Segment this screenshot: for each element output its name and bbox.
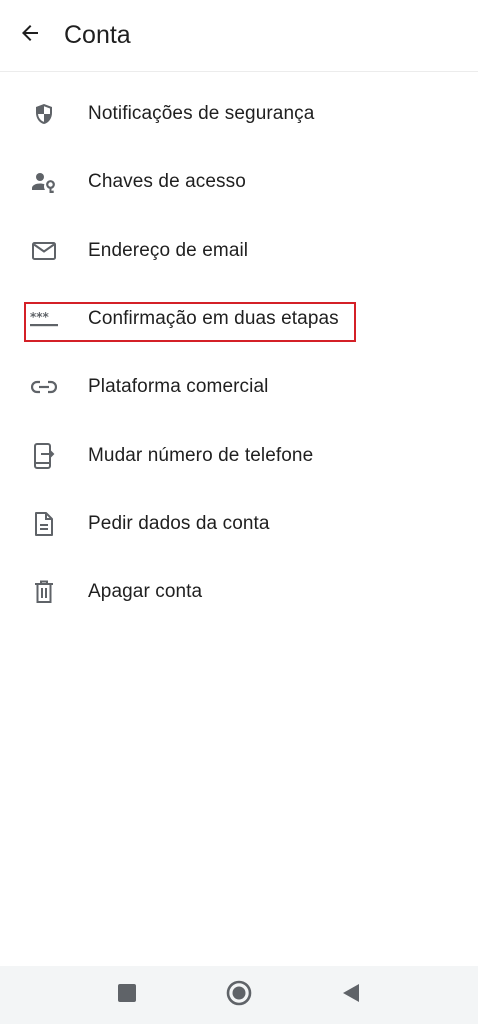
- menu-item-label: Endereço de email: [88, 239, 249, 261]
- home-circle-icon: [226, 980, 252, 1011]
- menu-item-passkeys[interactable]: Chaves de acesso: [0, 148, 478, 216]
- recents-button[interactable]: [101, 969, 153, 1021]
- password-dots-icon: ***: [0, 308, 88, 330]
- back-button[interactable]: [0, 0, 60, 72]
- back-triangle-icon: [342, 983, 360, 1008]
- menu-item-business-platform[interactable]: Plataforma comercial: [0, 353, 478, 421]
- page-title: Conta: [64, 21, 131, 49]
- menu-item-security-notifications[interactable]: Notificações de segurança: [0, 80, 478, 148]
- person-key-icon: [0, 170, 88, 194]
- link-icon: [0, 379, 88, 395]
- menu-item-change-phone-number[interactable]: Mudar número de telefone: [0, 421, 478, 489]
- phone-transfer-icon: [0, 442, 88, 470]
- menu-item-request-account-info[interactable]: Pedir dados da conta: [0, 490, 478, 558]
- trash-icon: [0, 579, 88, 605]
- system-navigation-bar: [0, 966, 478, 1024]
- shield-icon: [0, 102, 88, 126]
- menu-item-label: Notificações de segurança: [88, 103, 315, 125]
- menu-item-delete-account[interactable]: Apagar conta: [0, 558, 478, 626]
- document-icon: [0, 511, 88, 537]
- home-button[interactable]: [213, 969, 265, 1021]
- back-nav-button[interactable]: [325, 969, 377, 1021]
- arrow-left-icon: [18, 21, 42, 50]
- menu-item-two-step-verification[interactable]: *** Confirmação em duas etapas: [0, 285, 478, 353]
- menu-item-email-address[interactable]: Endereço de email: [0, 217, 478, 285]
- recents-square-icon: [118, 983, 136, 1007]
- menu-item-label: Plataforma comercial: [88, 376, 269, 398]
- svg-text:***: ***: [30, 310, 50, 324]
- menu-item-label: Apagar conta: [88, 581, 203, 603]
- menu-item-label: Pedir dados da conta: [88, 512, 270, 534]
- menu-item-label: Mudar número de telefone: [88, 444, 314, 466]
- app-bar: Conta: [0, 0, 478, 72]
- menu-item-label: Chaves de acesso: [88, 171, 246, 193]
- mail-icon: [0, 240, 88, 262]
- account-settings-list: Notificações de segurança Chaves de aces…: [0, 80, 478, 626]
- menu-item-label: Confirmação em duas etapas: [88, 308, 339, 330]
